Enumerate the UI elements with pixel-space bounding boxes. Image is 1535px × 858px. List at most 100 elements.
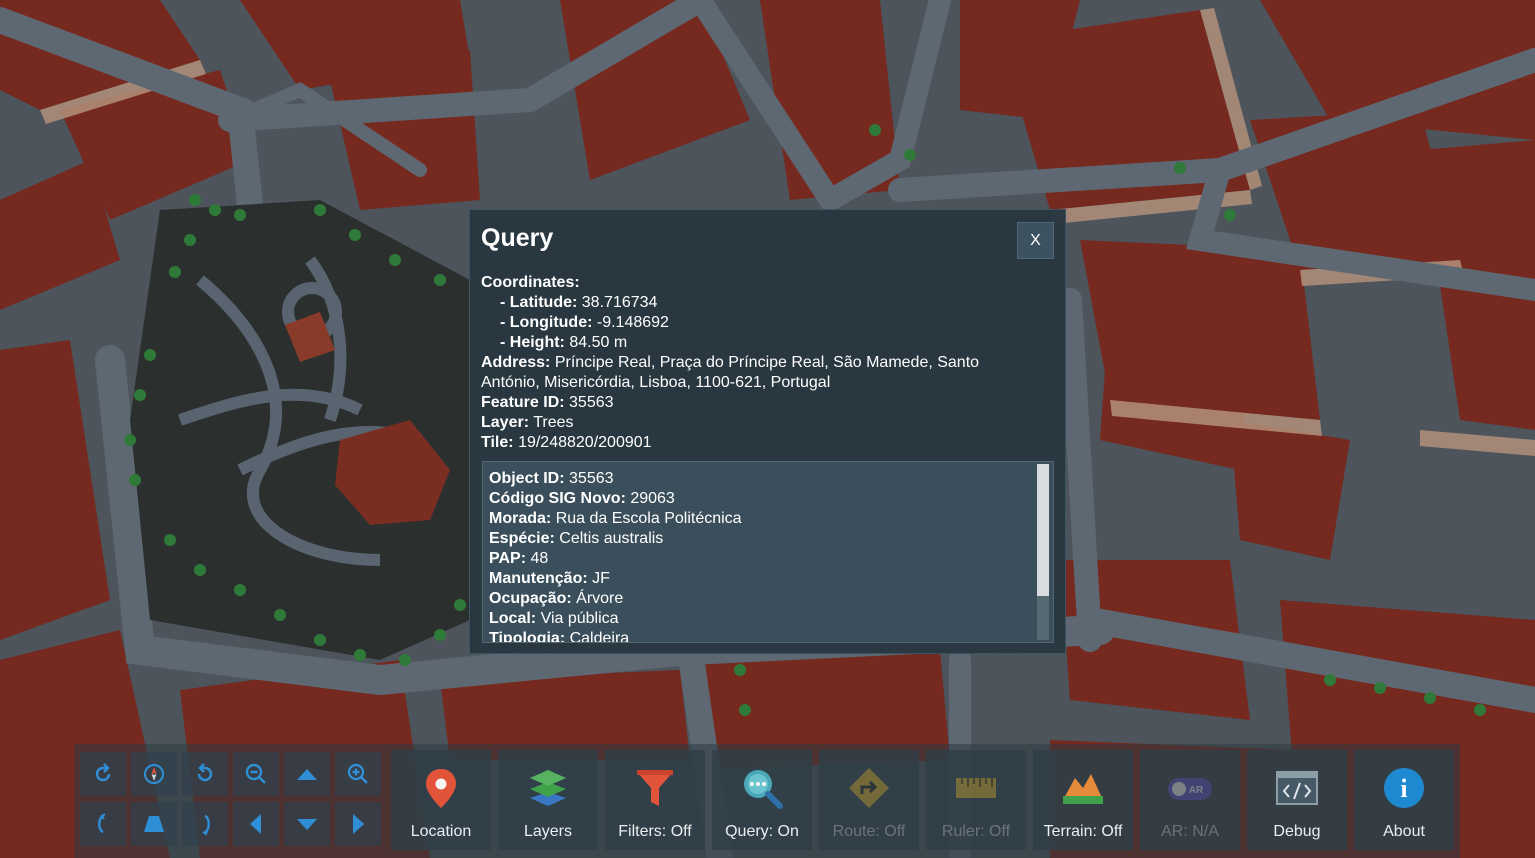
longitude-value: -9.148692 [596, 314, 669, 331]
ar-button[interactable]: AR AR: N/A [1140, 750, 1240, 850]
latitude-label: - Latitude: [500, 294, 578, 311]
feature-id-label: Feature ID: [481, 394, 565, 411]
attribute-value: 48 [530, 550, 549, 567]
query-label: Query: On [725, 823, 799, 840]
filters-label: Filters: Off [618, 823, 692, 840]
attribute-value: JF [592, 570, 610, 587]
tilt-right-icon [202, 814, 210, 836]
compass-icon [144, 764, 164, 784]
query-info: Coordinates: - Latitude: 38.716734 - Lon… [481, 273, 1041, 453]
coordinates-label: Coordinates: [481, 274, 580, 291]
location-button[interactable]: Location [391, 750, 491, 850]
layer-row: Layer: Trees [481, 413, 1041, 433]
location-pin-icon [426, 769, 456, 808]
attribute-key: Local: [489, 610, 537, 627]
pan-down-icon [297, 819, 317, 830]
address-value: Príncipe Real, Praça do Príncipe Real, S… [481, 354, 980, 391]
zoom-in-icon [347, 763, 368, 784]
tilt-up-icon [144, 816, 164, 832]
attribute-row: Tipologia: Caldeira [489, 629, 1034, 643]
query-dialog: Query X Coordinates: - Latitude: 38.7167… [469, 209, 1066, 654]
tilt-up-button[interactable] [131, 802, 177, 846]
attribute-value: 29063 [630, 490, 675, 507]
pan-right-button[interactable] [335, 802, 381, 846]
tile-value: 19/248820/200901 [518, 434, 652, 451]
attribute-key: PAP: [489, 550, 527, 567]
debug-button[interactable]: Debug [1247, 750, 1347, 850]
query-button[interactable]: Query: On [712, 750, 812, 850]
pan-up-icon [297, 769, 317, 780]
tile-label: Tile: [481, 434, 514, 451]
tile-row: Tile: 19/248820/200901 [481, 433, 1041, 453]
ruler-label: Ruler: Off [941, 823, 1011, 840]
terrain-label: Terrain: Off [1043, 823, 1123, 840]
tilt-left-icon [98, 813, 106, 834]
longitude-label: - Longitude: [500, 314, 593, 331]
attribute-key: Código SIG Novo: [489, 490, 626, 507]
height-label: - Height: [500, 334, 565, 351]
layers-label: Layers [523, 823, 573, 840]
attribute-value: Árvore [576, 590, 624, 607]
attribute-value: Caldeira [569, 630, 630, 643]
zoom-in-button[interactable] [335, 752, 381, 796]
pan-right-icon [353, 814, 364, 834]
coordinates-row: Coordinates: [481, 273, 1041, 293]
close-button[interactable]: X [1017, 222, 1054, 259]
tilt-left-button[interactable] [80, 802, 126, 846]
debug-label: Debug [1273, 823, 1321, 840]
attribute-row: Object ID: 35563 [489, 469, 1034, 489]
rotate-left-icon [95, 763, 111, 782]
attribute-row: Código SIG Novo: 29063 [489, 489, 1034, 509]
filter-icon [637, 770, 673, 806]
attributes-list: Object ID: 35563 Código SIG Novo: 29063 … [489, 469, 1034, 643]
feature-id-value: 35563 [569, 394, 614, 411]
bottom-toolbar: Location Layers Filters: Off Query: On R… [74, 744, 1460, 858]
info-icon-text: i [1400, 774, 1407, 803]
route-sign-icon [849, 768, 889, 808]
attributes-scrollbar[interactable] [1037, 464, 1049, 640]
zoom-out-button[interactable] [233, 752, 279, 796]
scrollbar-thumb[interactable] [1037, 464, 1049, 596]
rotate-left-button[interactable] [80, 752, 126, 796]
attribute-row: Espécie: Celtis australis [489, 529, 1034, 549]
address-row: Address: Príncipe Real, Praça do Príncip… [481, 353, 1041, 393]
pan-up-button[interactable] [284, 752, 330, 796]
ar-toggle-icon: AR [1168, 778, 1212, 800]
attribute-key: Espécie: [489, 530, 555, 547]
about-button[interactable]: i About [1354, 750, 1454, 850]
rotate-right-button[interactable] [182, 752, 228, 796]
debug-code-icon [1276, 771, 1318, 805]
terrain-button[interactable]: Terrain: Off [1033, 750, 1133, 850]
attribute-row: Manutenção: JF [489, 569, 1034, 589]
attribute-row: Ocupação: Árvore [489, 589, 1034, 609]
longitude-row: - Longitude: -9.148692 [481, 313, 1041, 333]
ruler-button[interactable]: Ruler: Off [926, 750, 1026, 850]
layer-label: Layer: [481, 414, 530, 431]
attribute-value: 35563 [569, 470, 614, 487]
latitude-value: 38.716734 [581, 294, 658, 311]
attribute-key: Object ID: [489, 470, 565, 487]
attribute-row: Morada: Rua da Escola Politécnica [489, 509, 1034, 529]
layers-icon [530, 770, 566, 806]
pan-left-button[interactable] [233, 802, 279, 846]
route-button[interactable]: Route: Off [819, 750, 919, 850]
info-icon: i [1384, 768, 1424, 808]
zoom-out-icon [245, 763, 266, 784]
attribute-row: PAP: 48 [489, 549, 1034, 569]
tilt-right-button[interactable] [182, 802, 228, 846]
attribute-row: Local: Via pública [489, 609, 1034, 629]
query-magnifier-icon [744, 770, 783, 809]
rotate-right-icon [197, 763, 213, 782]
attribute-value: Rua da Escola Politécnica [555, 510, 742, 527]
attribute-key: Morada: [489, 510, 552, 527]
compass-button[interactable] [131, 752, 177, 796]
height-row: - Height: 84.50 m [481, 333, 1041, 353]
layers-button[interactable]: Layers [498, 750, 598, 850]
filters-button[interactable]: Filters: Off [605, 750, 705, 850]
attribute-value: Via pública [540, 610, 619, 627]
attributes-list-box[interactable]: Object ID: 35563 Código SIG Novo: 29063 … [482, 461, 1054, 643]
layer-value: Trees [533, 414, 574, 431]
attribute-key: Manutenção: [489, 570, 588, 587]
pan-down-button[interactable] [284, 802, 330, 846]
route-label: Route: Off [832, 823, 906, 840]
